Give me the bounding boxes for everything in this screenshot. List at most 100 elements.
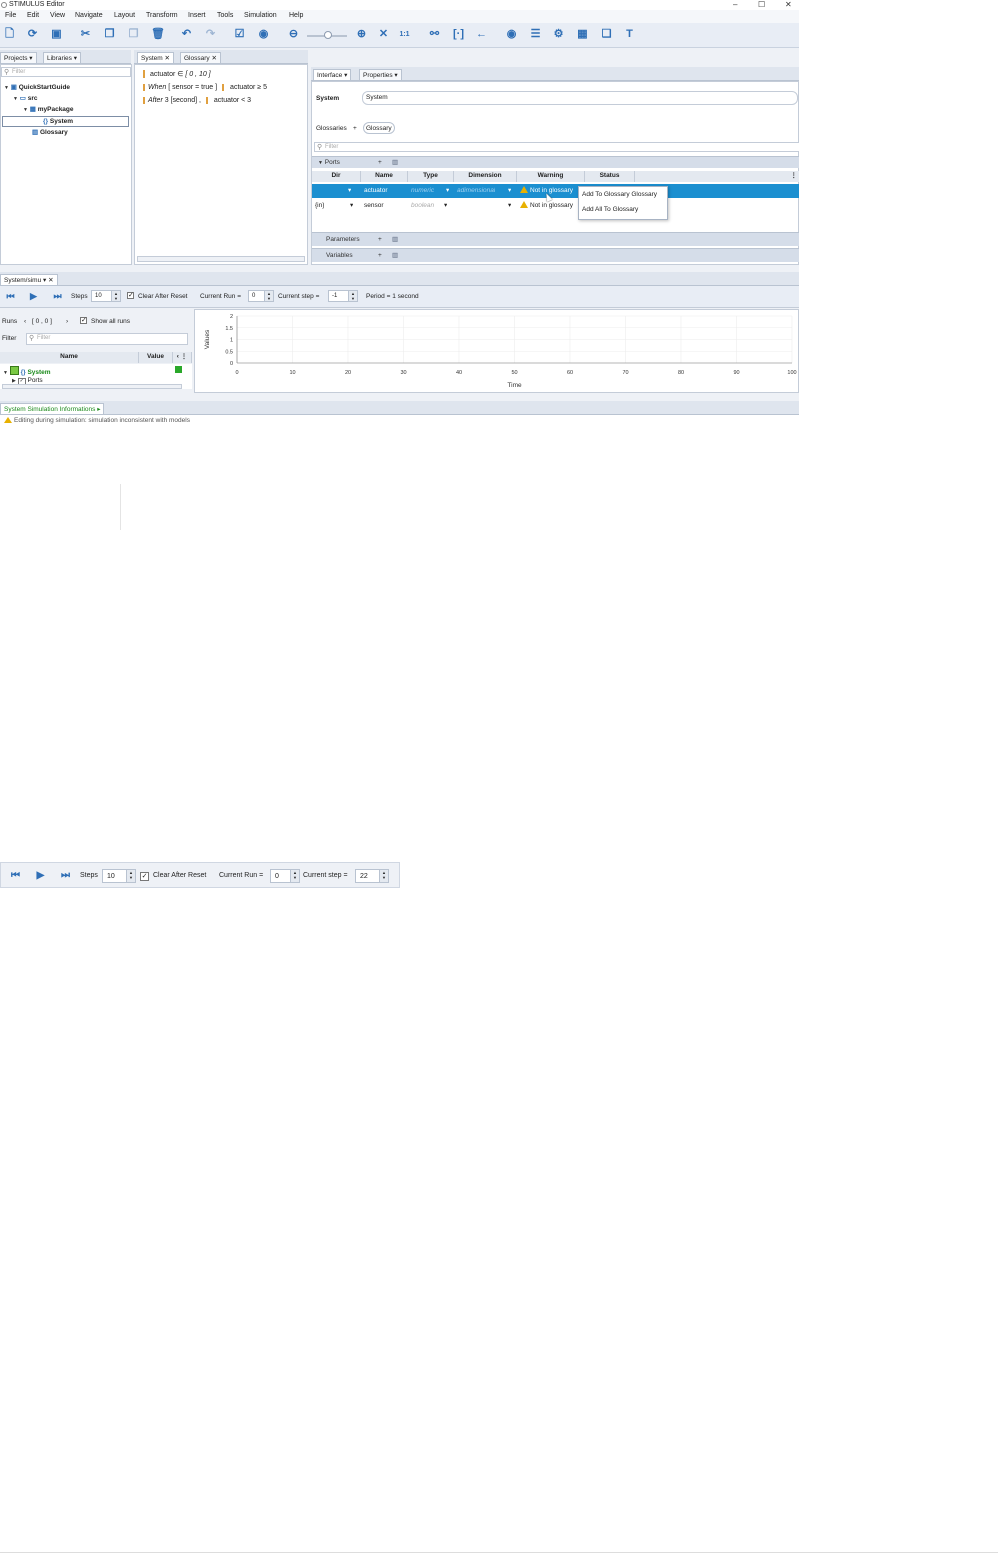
tab-properties[interactable]: Properties ▾ bbox=[359, 69, 402, 80]
eye-icon[interactable]: ◉ bbox=[505, 28, 518, 41]
tree-item-system[interactable]: {} System bbox=[2, 116, 129, 127]
port-name[interactable]: actuator bbox=[364, 184, 388, 198]
port-dir[interactable]: {in} bbox=[315, 199, 324, 213]
clear-after-reset-checkbox[interactable]: ✓ bbox=[127, 292, 134, 299]
tab-system-simu[interactable]: System/simu ▾ ✕ bbox=[0, 274, 58, 285]
zoom-in-icon[interactable]: ⊕ bbox=[355, 28, 368, 41]
copy-icon[interactable]: ❐ bbox=[103, 28, 116, 41]
port-name[interactable]: sensor bbox=[364, 199, 384, 213]
requirement-line-1[interactable]: actuator ∈ [ 0 , 10 ] bbox=[143, 70, 211, 78]
stepper-arrows-icon[interactable]: ▲ ▼ bbox=[290, 870, 299, 882]
tree-item-glossary[interactable]: ▥ Glossary bbox=[32, 128, 68, 136]
dimension-dropdown-icon[interactable]: ▾ bbox=[508, 199, 511, 213]
menu-layout[interactable]: Layout bbox=[114, 12, 135, 19]
tab-glossary[interactable]: Glossary ✕ bbox=[180, 52, 221, 63]
menu-navigate[interactable]: Navigate bbox=[75, 12, 103, 19]
current-run-stepper[interactable]: 0 ▲ ▼ bbox=[270, 869, 300, 883]
stepper-arrows-icon[interactable]: ▲ ▼ bbox=[348, 291, 357, 301]
close-button[interactable]: ✕ bbox=[785, 0, 792, 9]
tab-simulation-informations[interactable]: System Simulation Informations ▸ bbox=[0, 403, 105, 414]
fast-forward-icon[interactable]: ⏭ bbox=[59, 869, 72, 882]
tab-interface[interactable]: Interface ▾ bbox=[313, 69, 352, 80]
col-dimension[interactable]: Dimension bbox=[454, 171, 517, 182]
system-name-input[interactable]: System bbox=[362, 91, 798, 105]
menu-item-add-all-to-glossary[interactable]: Add All To Glossary bbox=[582, 206, 638, 213]
menu-simulation[interactable]: Simulation bbox=[244, 12, 277, 19]
maximize-button[interactable]: ☐ bbox=[758, 0, 765, 9]
menu-transform[interactable]: Transform bbox=[146, 12, 178, 19]
glossary-chip[interactable]: Glossary bbox=[363, 122, 395, 134]
col-dir[interactable]: Dir bbox=[312, 171, 361, 182]
run-icon[interactable]: ◉ bbox=[257, 28, 270, 41]
runs-next-icon[interactable]: › bbox=[66, 318, 68, 325]
menu-edit[interactable]: Edit bbox=[27, 12, 39, 19]
requirement-line-3[interactable]: After 3 [second] , actuator < 3 bbox=[143, 97, 252, 104]
delete-icon[interactable]: 🗑 bbox=[151, 28, 165, 41]
col-value[interactable]: Value bbox=[139, 352, 173, 363]
glossaries-add-button[interactable]: + bbox=[353, 125, 357, 132]
editor-scrollbar[interactable] bbox=[137, 256, 305, 262]
table-row[interactable]: ▾ actuator numeric ▾ adimensional ▾ Not … bbox=[312, 184, 799, 198]
parameters-section-header[interactable]: Parameters + ▥ bbox=[312, 232, 799, 246]
runs-filter-input[interactable]: ⚲ Filter bbox=[26, 333, 188, 345]
bracket-icon[interactable]: [·] bbox=[452, 28, 465, 41]
fit-icon[interactable]: ✕ bbox=[377, 28, 390, 41]
current-step-stepper[interactable]: -1 ▲ ▼ bbox=[328, 290, 358, 302]
arrow-icon[interactable]: ← bbox=[475, 28, 488, 41]
tab-projects[interactable]: Projects ▾ bbox=[0, 52, 37, 63]
components-icon[interactable]: ⚙ bbox=[552, 28, 565, 41]
col-status[interactable]: Status bbox=[585, 171, 635, 182]
actual-size-icon[interactable]: 1:1 bbox=[398, 28, 411, 41]
type-dropdown-icon[interactable]: ▾ bbox=[444, 199, 447, 213]
glossary-book-icon[interactable]: ▥ bbox=[392, 157, 398, 169]
dir-dropdown-icon[interactable]: ▾ bbox=[348, 184, 351, 198]
tree-item-src[interactable]: ▼ ▭ src bbox=[13, 94, 38, 102]
variables-section-header[interactable]: Variables + ▥ bbox=[312, 248, 799, 262]
undo-icon[interactable]: ↶ bbox=[180, 28, 193, 41]
menu-item-add-to-glossary[interactable]: Add To Glossary Glossary bbox=[582, 191, 657, 198]
current-step-stepper[interactable]: 22 ▲ ▼ bbox=[355, 869, 389, 883]
requirement-line-2[interactable]: When [ sensor = true ] actuator ≥ 5 bbox=[143, 84, 267, 91]
minimize-button[interactable]: – bbox=[733, 0, 737, 9]
col-name[interactable]: Name bbox=[361, 171, 408, 182]
stepper-arrows-icon[interactable]: ▲ ▼ bbox=[379, 870, 388, 882]
link-icon[interactable]: ⚯ bbox=[428, 28, 441, 41]
col-name[interactable]: Name bbox=[0, 352, 139, 363]
play-icon[interactable]: ▶ bbox=[34, 869, 47, 882]
ports-filter-input[interactable]: ⚲ Filter bbox=[314, 142, 799, 152]
glossary-book-icon[interactable]: ▥ bbox=[392, 249, 398, 263]
projects-filter-input[interactable]: ⚲ Filter bbox=[1, 67, 131, 77]
stepper-arrows-icon[interactable]: ▲ ▼ bbox=[264, 291, 273, 301]
tree-item-system[interactable]: ▼ {} System bbox=[3, 366, 51, 376]
rewind-icon[interactable]: ⏮ bbox=[9, 869, 22, 882]
type-dropdown-icon[interactable]: ▾ bbox=[446, 184, 449, 198]
dir-dropdown-icon[interactable]: ▾ bbox=[350, 199, 353, 213]
open-icon[interactable]: ⟳ bbox=[26, 28, 39, 41]
clear-after-reset-checkbox[interactable]: ✓ bbox=[140, 872, 149, 881]
play-icon[interactable]: ▶ bbox=[27, 290, 40, 303]
add-port-icon[interactable]: + bbox=[378, 157, 382, 169]
paste-icon[interactable]: ❐ bbox=[127, 28, 140, 41]
current-run-stepper[interactable]: 0 ▲ ▼ bbox=[248, 290, 274, 302]
runs-prev-icon[interactable]: ‹ bbox=[24, 318, 26, 325]
runs-scrollbar[interactable] bbox=[2, 384, 182, 389]
table-row[interactable]: {in} ▾ sensor boolean ▾ ▾ Not in glossar… bbox=[312, 199, 799, 213]
steps-stepper[interactable]: 10 ▲ ▼ bbox=[91, 290, 121, 302]
validate-icon[interactable]: ☑ bbox=[233, 28, 246, 41]
tab-libraries[interactable]: Libraries ▾ bbox=[43, 52, 82, 63]
port-type[interactable]: numeric bbox=[411, 184, 434, 198]
col-warning[interactable]: Warning bbox=[517, 171, 585, 182]
column-menu-icon[interactable]: ⋮ bbox=[635, 171, 799, 182]
stepper-arrows-icon[interactable]: ▲ ▼ bbox=[126, 870, 135, 882]
fast-forward-icon[interactable]: ⏭ bbox=[51, 290, 64, 303]
col-type[interactable]: Type bbox=[408, 171, 454, 182]
add-parameter-icon[interactable]: + bbox=[378, 233, 382, 247]
zoom-slider-knob[interactable] bbox=[324, 31, 332, 39]
tree-item-mypackage[interactable]: ▼ ▦ myPackage bbox=[23, 105, 74, 113]
steps-stepper[interactable]: 10 ▲ ▼ bbox=[102, 869, 136, 883]
tab-system[interactable]: System ✕ bbox=[137, 52, 174, 63]
layout-icon[interactable]: ▦ bbox=[576, 28, 589, 41]
zoom-out-icon[interactable]: ⊖ bbox=[287, 28, 300, 41]
menu-help[interactable]: Help bbox=[289, 12, 303, 19]
text-icon[interactable]: T bbox=[623, 28, 636, 41]
